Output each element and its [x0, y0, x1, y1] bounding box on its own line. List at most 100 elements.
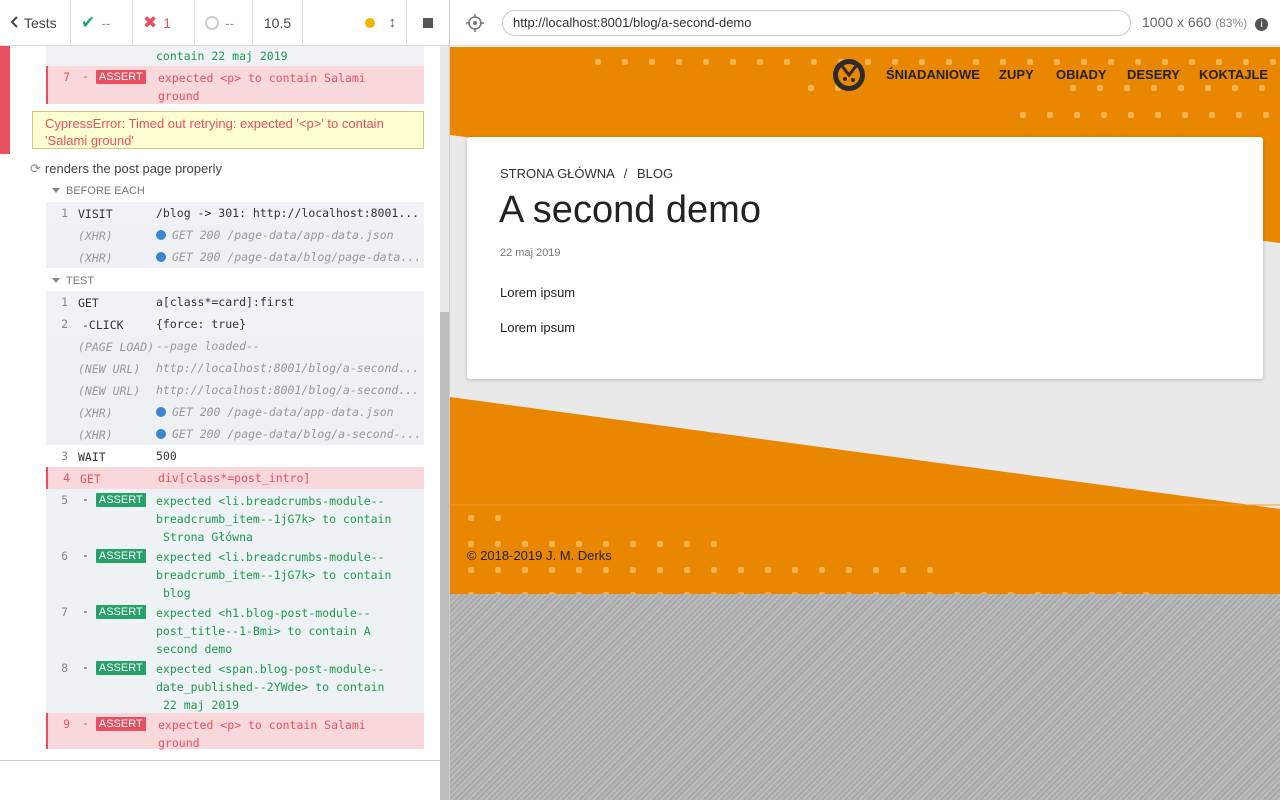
- pattern-dot: [576, 541, 582, 547]
- app-preview: http://localhost:8001/blog/a-second-demo…: [450, 0, 1280, 800]
- retry-icon: ⟳: [30, 161, 41, 176]
- log-row-page-load[interactable]: (PAGE LOAD) --page loaded--: [46, 335, 424, 357]
- log-row-new-url[interactable]: (NEW URL) http://localhost:8001/blog/a-s…: [46, 379, 424, 401]
- pattern-dot: [1259, 85, 1265, 91]
- post-paragraph: Lorem ipsum: [500, 285, 576, 300]
- nav-link-obiady[interactable]: OBIADY: [1056, 67, 1107, 82]
- pattern-dot: [1189, 59, 1195, 65]
- before-each-hook[interactable]: BEFORE EACH: [52, 185, 145, 197]
- pending-count[interactable]: --: [195, 0, 253, 45]
- circle-icon: [205, 15, 219, 30]
- pattern-dot: [1162, 59, 1168, 65]
- assert-badge: ASSERT: [95, 493, 146, 507]
- log-row-assert[interactable]: 5 - ASSERT expected <li.breadcrumbs-modu…: [46, 489, 424, 545]
- passed-count[interactable]: ✔ --: [71, 0, 133, 45]
- pattern-dot: [468, 567, 474, 573]
- nav-link-sniadaniowe[interactable]: ŚNIADANIOWE: [886, 67, 980, 82]
- pattern-dot: [1108, 59, 1114, 65]
- selector-playground-icon[interactable]: [466, 14, 484, 35]
- log-row-assert[interactable]: 7 - ASSERT expected <h1.blog-post-module…: [46, 601, 424, 657]
- log-row-get-failed[interactable]: 4 GET div[class*=post_intro]: [46, 467, 424, 489]
- test-title[interactable]: ⟳ renders the post page properly: [30, 161, 222, 177]
- pattern-dot: [1101, 112, 1107, 118]
- log-row-visit[interactable]: 1 VISIT /blog -> 301: http://localhost:8…: [46, 202, 424, 224]
- pattern-dot: [846, 567, 852, 573]
- pattern-dot: [549, 541, 555, 547]
- test-body[interactable]: TEST: [52, 275, 94, 287]
- pattern-dot: [1216, 59, 1222, 65]
- pattern-dot: [1128, 112, 1134, 118]
- pattern-dot: [1232, 85, 1238, 91]
- log-row-assert[interactable]: 6 - ASSERT expected <li.breadcrumbs-modu…: [46, 545, 424, 601]
- failed-count[interactable]: ✖ 1: [133, 0, 195, 45]
- assert-badge: ASSERT: [95, 70, 146, 84]
- url-input[interactable]: http://localhost:8001/blog/a-second-demo: [502, 10, 1131, 36]
- duration: 10.5: [253, 0, 303, 45]
- stop-button[interactable]: [406, 0, 449, 45]
- pattern-dot: [819, 567, 825, 573]
- pattern-dot: [757, 59, 763, 65]
- nav-link-zupy[interactable]: ZUPY: [999, 67, 1034, 82]
- log-row-new-url[interactable]: (NEW URL) http://localhost:8001/blog/a-s…: [46, 357, 424, 379]
- log-row-xhr[interactable]: (XHR) GET 200 /page-data/app-data.json: [46, 224, 424, 246]
- pattern-dot: [603, 541, 609, 547]
- cross-icon: ✖: [143, 12, 158, 32]
- pattern-dot: [1182, 112, 1188, 118]
- log-row-continued[interactable]: contain 22 maj 2019: [46, 46, 424, 66]
- pattern-dot: [892, 59, 898, 65]
- site-logo-icon[interactable]: [832, 58, 866, 95]
- pattern-dot: [676, 59, 682, 65]
- pattern-dot: [630, 541, 636, 547]
- pattern-dot: [684, 541, 690, 547]
- error-message[interactable]: CypressError: Timed out retrying: expect…: [32, 111, 424, 149]
- pattern-dot: [495, 567, 501, 573]
- log-row-xhr[interactable]: (XHR) GET 200 /page-data/app-data.json: [46, 401, 424, 423]
- pattern-dot: [792, 567, 798, 573]
- log-row-wait[interactable]: 3 WAIT 500: [46, 445, 424, 467]
- nav-link-koktajle[interactable]: KOKTAJLE: [1199, 67, 1268, 82]
- pattern-dot: [649, 59, 655, 65]
- pattern-dot: [703, 59, 709, 65]
- nav-link-desery[interactable]: DESERY: [1127, 67, 1180, 82]
- pattern-dot: [657, 567, 663, 573]
- pattern-dot: [1236, 112, 1242, 118]
- pattern-dot: [973, 59, 979, 65]
- command-log: contain 22 maj 2019 7 - ASSERT expected …: [0, 46, 440, 760]
- pattern-dot: [630, 567, 636, 573]
- assert-badge: ASSERT: [95, 717, 146, 731]
- post-paragraph: Lorem ipsum: [500, 320, 576, 335]
- auto-scroll-icon[interactable]: ↕: [389, 14, 397, 31]
- info-icon[interactable]: i: [1255, 18, 1269, 31]
- log-row-assert[interactable]: 8 - ASSERT expected <span.blog-post-modu…: [46, 657, 424, 713]
- log-row-get[interactable]: 1 GET a[class*=card]:first: [46, 291, 424, 313]
- pattern-dot: [495, 541, 501, 547]
- pattern-dot: [730, 59, 736, 65]
- post-card: STRONA GŁÓWNA / BLOG A second demo 22 ma…: [467, 137, 1263, 379]
- scrollbar-thumb[interactable]: [440, 312, 449, 800]
- log-row-assert-failed[interactable]: 7 - ASSERT expected <p> to contain Salam…: [46, 66, 424, 104]
- log-row-click[interactable]: 2 -CLICK {force: true}: [46, 313, 424, 335]
- log-row-xhr[interactable]: (XHR) GET 200 /page-data/blog/a-second-.…: [46, 423, 424, 445]
- breadcrumb-blog[interactable]: BLOG: [637, 166, 673, 181]
- pattern-dot: [946, 59, 952, 65]
- cypress-reporter-panel: Tests ✔ -- ✖ 1 -- 10.5 ↕ contain 22 maj …: [0, 0, 450, 800]
- reporter-scrollbar[interactable]: [440, 46, 449, 800]
- pattern-dot: [576, 567, 582, 573]
- pattern-dot: [711, 541, 717, 547]
- pattern-dot: [1263, 112, 1269, 118]
- breadcrumb-home[interactable]: STRONA GŁÓWNA: [500, 166, 614, 181]
- pattern-dot: [1054, 59, 1060, 65]
- pattern-dot: [1070, 85, 1076, 91]
- breadcrumb: STRONA GŁÓWNA / BLOG: [500, 166, 674, 181]
- pattern-dot: [1243, 59, 1249, 65]
- pattern-dot: [495, 515, 501, 521]
- log-row-xhr[interactable]: (XHR) GET 200 /page-data/blog/page-data.…: [46, 246, 424, 268]
- log-row-assert-failed[interactable]: 9 - ASSERT expected <p> to contain Salam…: [46, 713, 424, 750]
- pattern-dot: [900, 567, 906, 573]
- tests-back-button[interactable]: Tests: [0, 0, 71, 45]
- pattern-dot: [1047, 112, 1053, 118]
- xhr-dot-icon: [156, 230, 166, 240]
- pattern-dot: [919, 59, 925, 65]
- pattern-dot: [1020, 112, 1026, 118]
- pattern-dot: [1000, 59, 1006, 65]
